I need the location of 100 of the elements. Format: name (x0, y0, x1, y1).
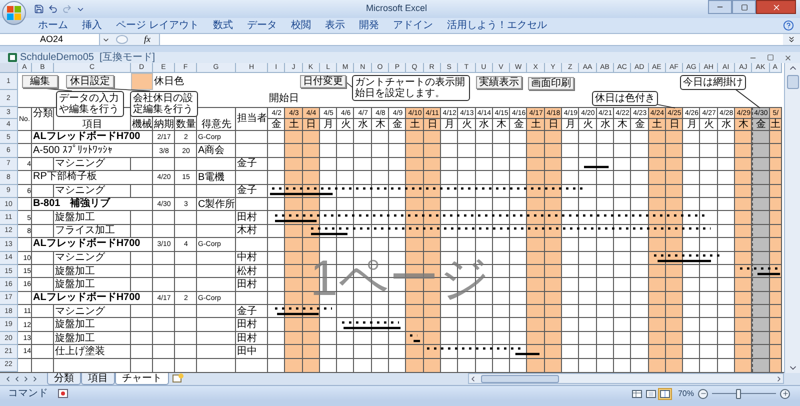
weekday-label: 金 (634, 119, 646, 131)
ribbon-tab[interactable]: ホーム (38, 20, 68, 30)
save-icon[interactable] (34, 4, 44, 14)
view-button[interactable] (658, 388, 672, 400)
ribbon-tab[interactable]: データ (246, 20, 277, 30)
process-name: 旋盤加工 (54, 211, 96, 225)
zoom-in-button[interactable] (780, 388, 790, 399)
first-sheet-icon[interactable] (4, 375, 12, 384)
maximize-icon (740, 4, 748, 10)
insert-function-button[interactable]: fx (144, 35, 150, 44)
weekday-label: 木 (738, 119, 750, 131)
next-sheet-icon[interactable] (22, 375, 30, 384)
weekday-label: 日 (668, 119, 680, 131)
view-button[interactable] (644, 388, 658, 400)
assignee-name: 金子 (236, 158, 258, 172)
process-name: マシニング (54, 305, 106, 318)
weekday-label: 月 (444, 119, 456, 131)
callout: 会社休日の設定編集を行う (130, 91, 198, 117)
weekday-label: 金 (754, 119, 767, 131)
zoom-slider-thumb[interactable] (736, 388, 741, 399)
ribbon-tab[interactable]: 開発 (358, 20, 379, 30)
insert-sheet-icon[interactable] (172, 373, 184, 384)
help-icon[interactable] (783, 20, 794, 31)
close-icon[interactable] (784, 54, 792, 62)
process-name: マシニング (54, 252, 106, 265)
expand-icon[interactable] (787, 35, 796, 44)
macro-record-icon[interactable] (58, 389, 68, 398)
close-button[interactable] (756, 0, 796, 14)
ribbon-tab[interactable]: 校閲 (290, 20, 311, 30)
zoom-slider[interactable] (712, 388, 776, 399)
leader-line (735, 89, 760, 108)
formula-input[interactable] (158, 34, 783, 45)
ribbon-tab[interactable]: 活用しよう！エクセル (446, 20, 547, 30)
weekday-label: 水 (478, 119, 490, 131)
assignee-name: 田中 (236, 345, 258, 359)
assignee-name: 田村 (236, 332, 258, 346)
ribbon-tab[interactable]: アドイン (392, 20, 433, 30)
office-button[interactable] (2, 1, 26, 25)
ribbon-tab[interactable]: 表示 (324, 20, 345, 30)
assignee-name: 田村 (236, 318, 258, 332)
vertical-scrollbar[interactable] (784, 63, 800, 374)
process-name: 旋盤加工 (54, 278, 96, 292)
process-name: 仕上げ塗装 (54, 345, 106, 359)
process-name: マシニング (54, 184, 106, 198)
assignee-name: 金子 (236, 305, 258, 318)
weekday-label: 日 (305, 119, 318, 131)
undo-icon[interactable] (48, 4, 58, 14)
zoom-out-button[interactable] (698, 388, 708, 399)
weekday-label: 火 (582, 119, 594, 131)
macro-button[interactable]: 編集 (22, 75, 58, 88)
scroll-right-icon[interactable] (775, 374, 783, 383)
weekday-label: 土 (651, 119, 664, 131)
ribbon-tab[interactable]: 挿入 (82, 20, 102, 30)
weekday-label: 土 (409, 119, 422, 131)
macro-button[interactable]: 実績表示 (476, 76, 522, 89)
column-heading: 項目 (82, 119, 104, 131)
ribbon-tab[interactable]: ページ レイアウト (116, 20, 199, 30)
weekday-label: 木 (616, 119, 629, 131)
weekday-label: 水 (720, 119, 732, 131)
start-date-label: 開始日 (268, 92, 300, 106)
previous-sheet-icon[interactable] (13, 375, 21, 384)
customer-name: C製作所 (197, 198, 236, 212)
restore-icon[interactable] (767, 54, 774, 61)
weekday-label: 月 (322, 119, 335, 131)
name-box[interactable]: AO24 (0, 34, 100, 45)
weekday-label: 火 (703, 119, 716, 131)
callout: ガントチャートの表示開始日を設定します。 (352, 75, 470, 101)
gantt-bars-drawing (740, 267, 782, 276)
column-heading: 担当者 (236, 112, 268, 126)
macro-button[interactable]: 画面印刷 (528, 77, 574, 90)
macro-button[interactable]: 休日設定 (66, 75, 114, 88)
weekday-label: 火 (460, 119, 473, 131)
maximize-button[interactable] (732, 0, 756, 14)
last-sheet-icon[interactable] (31, 375, 39, 384)
scrollbar-thumb[interactable] (481, 374, 559, 383)
callout: データの入力や編集を行う (56, 91, 124, 117)
macro-button[interactable]: 日付変更 (300, 75, 346, 88)
sheet-tab[interactable]: チャート (115, 373, 169, 386)
office-logo (7, 6, 21, 20)
process-name: フライス加工 (54, 224, 116, 238)
weekday-label: 水 (357, 119, 370, 131)
assignee-name: 松村 (236, 264, 258, 278)
horizontal-scrollbar[interactable] (468, 373, 784, 384)
weekday-label: 土 (770, 119, 782, 131)
view-button[interactable] (630, 388, 644, 400)
holiday-color-swatch (131, 73, 153, 90)
assignee-name: 田村 (236, 211, 258, 224)
process-name: 旋盤加工 (54, 264, 96, 278)
process-name: 旋盤加工 (54, 318, 96, 332)
weekday-label: 月 (564, 119, 577, 131)
sheet-tab[interactable]: 項目 (81, 373, 115, 386)
zoom-level[interactable]: 70% (678, 390, 694, 398)
ribbon-tab[interactable]: 数式 (212, 20, 233, 30)
plus-icon (782, 390, 788, 398)
weekday-label: 日 (547, 119, 560, 131)
process-name: マシニング (54, 158, 106, 170)
scrollbar-thumb[interactable] (786, 75, 798, 89)
column-heading: 得意先 (200, 119, 232, 131)
scroll-left-icon[interactable] (469, 374, 477, 383)
sheet-tab[interactable]: 分類 (47, 373, 81, 386)
